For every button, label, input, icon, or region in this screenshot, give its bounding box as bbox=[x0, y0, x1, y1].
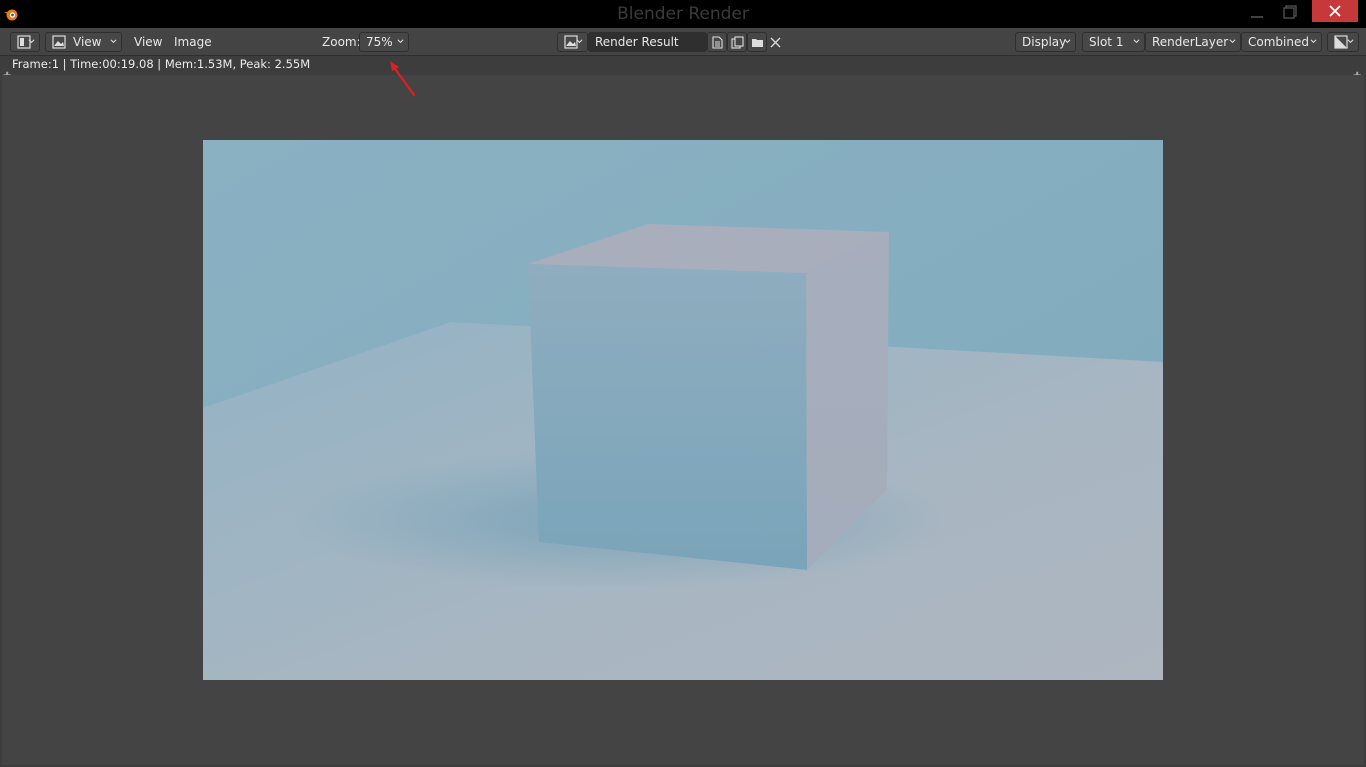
image-name-text: Render Result bbox=[595, 35, 679, 49]
restore-icon bbox=[1283, 5, 1297, 19]
new-image-button[interactable] bbox=[707, 32, 727, 52]
duplicate-icon bbox=[730, 35, 744, 49]
annotation-arrow-icon bbox=[390, 61, 416, 97]
menu-view[interactable]: View bbox=[128, 32, 168, 52]
menu-image-label: Image bbox=[174, 35, 212, 49]
close-icon bbox=[1329, 5, 1341, 17]
open-image-button[interactable] bbox=[747, 32, 767, 52]
chevron-down-icon bbox=[110, 39, 117, 44]
view-mode-label: View bbox=[73, 35, 102, 49]
maximize-button[interactable] bbox=[1273, 0, 1307, 24]
render-scene bbox=[203, 140, 1163, 680]
menu-image[interactable]: Image bbox=[168, 32, 218, 52]
display-channels-icon bbox=[1334, 35, 1348, 49]
slot-label: Slot 1 bbox=[1089, 35, 1124, 49]
display-label: Display bbox=[1022, 35, 1067, 49]
menu-view-label: View bbox=[134, 35, 163, 49]
chevron-down-icon bbox=[1310, 39, 1317, 44]
render-pass-select[interactable]: Combined bbox=[1241, 32, 1322, 52]
duplicate-button[interactable] bbox=[727, 32, 747, 52]
render-layer-label: RenderLayer bbox=[1152, 35, 1229, 49]
image-browse-button[interactable] bbox=[557, 32, 588, 52]
close-icon bbox=[770, 37, 781, 47]
chevron-down-icon bbox=[576, 39, 583, 44]
render-layer-select[interactable]: RenderLayer bbox=[1145, 32, 1241, 52]
slot-select[interactable]: Slot 1 bbox=[1082, 32, 1145, 52]
minimize-button[interactable] bbox=[1240, 0, 1274, 24]
chevron-down-icon bbox=[1347, 39, 1354, 44]
display-select[interactable]: Display bbox=[1015, 32, 1076, 52]
chevron-down-icon bbox=[397, 39, 404, 44]
editor-type-button[interactable] bbox=[10, 32, 40, 52]
chevron-down-icon bbox=[1133, 39, 1140, 44]
minimize-icon bbox=[1251, 16, 1263, 18]
display-channels-select[interactable] bbox=[1327, 32, 1359, 52]
chevron-down-icon bbox=[1229, 39, 1236, 44]
close-window-button[interactable] bbox=[1312, 0, 1358, 22]
render-status-text: Frame:1 | Time:00:19.08 | Mem:1.53M, Pea… bbox=[12, 57, 311, 71]
folder-icon bbox=[751, 38, 763, 47]
window-title: Blender Render bbox=[617, 4, 749, 24]
title-bar: Blender Render bbox=[0, 0, 1366, 28]
image-name-field[interactable]: Render Result bbox=[588, 32, 707, 52]
new-image-icon bbox=[711, 35, 723, 49]
zoom-value: 75% bbox=[366, 35, 393, 49]
view-mode-select[interactable]: View bbox=[45, 32, 122, 52]
render-info-bar: Frame:1 | Time:00:19.08 | Mem:1.53M, Pea… bbox=[0, 56, 1366, 74]
image-editor-header: View View Image Zoom: 75% Render Result … bbox=[0, 28, 1366, 56]
render-result-image bbox=[203, 140, 1163, 680]
image-view-icon bbox=[52, 35, 66, 49]
unlink-image-button[interactable] bbox=[767, 32, 787, 52]
render-pass-label: Combined bbox=[1248, 35, 1309, 49]
chevron-down-icon bbox=[28, 39, 35, 44]
zoom-label: Zoom: bbox=[322, 35, 361, 49]
chevron-down-icon bbox=[1064, 39, 1071, 44]
zoom-select[interactable]: 75% bbox=[359, 32, 409, 52]
